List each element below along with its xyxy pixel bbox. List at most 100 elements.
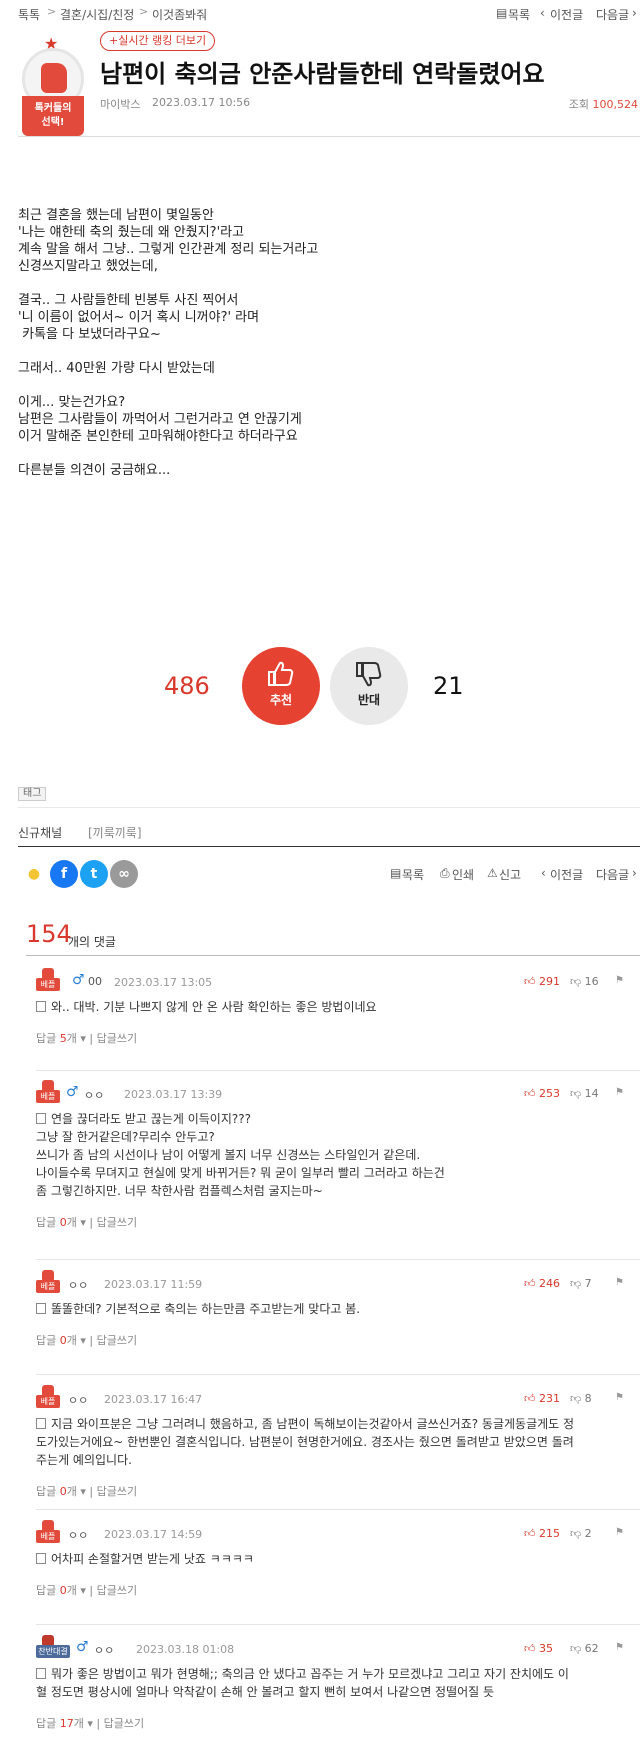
comment-line-text: 지금 와이프분은 그냥 그러려니 했음하고, 좀 남편이 독해보이는것같아서 글… [51,1417,575,1431]
comment-line-text: 혈 정도면 평상시에 얼마나 악착같이 손해 안 볼려고 할지 뻔히 보여서 나… [36,1685,495,1699]
comment-divider [36,1070,640,1071]
comment-author[interactable]: ㅇㅇ [68,1277,88,1293]
comment-divider [36,1624,640,1625]
comment-text: 지금 와이프분은 그냥 그러려니 했음하고, 좀 남편이 독해보이는것같아서 글… [36,1415,630,1469]
chevron-right-icon: › [632,6,637,20]
report-comment-icon[interactable]: ⚑ [615,1642,624,1653]
channel-value[interactable]: [끼룩끼룩] [88,824,142,841]
comment-upvote-count: 291 [539,975,560,988]
link-share-icon[interactable]: ∞ [110,860,138,888]
comment-text: 연을 끊더라도 받고 끊는게 이득이지??? 그냥 잘 한거같은데?무리수 안두고… [36,1110,630,1200]
report-comment-icon[interactable]: ⚑ [615,1527,624,1538]
upvote-button[interactable]: 추천 [242,647,320,725]
document-icon [36,1418,46,1429]
report-comment-icon[interactable]: ⚑ [615,1277,624,1288]
body-line: 계속 말을 해서 그냥.. 그렇게 인간관계 정리 되는거라고 [18,242,319,257]
prev-post-link[interactable]: 이전글 [550,6,583,23]
share-prev-link[interactable]: 이전글 [550,866,583,883]
tag-label: 태그 [18,787,47,801]
comment-text: 와.. 대박. 기분 나쁘지 않게 안 온 사람 확인하는 좋은 방법이네요 [36,998,630,1016]
footer-separator: | [85,1584,97,1597]
comment-footer: 답글 5개 ▾ | 답글쓰기 [36,1030,137,1046]
badge-ribbon: 톡커들의 선택! [22,96,84,136]
write-reply-button[interactable]: 답글쓰기 [97,1485,137,1498]
comment-downvote-count: 2 [584,1527,592,1540]
thumbs-down-icon: 👎︎ [570,975,585,988]
report-comment-icon[interactable]: ⚑ [615,1392,624,1403]
comment-author[interactable]: ㅇㅇ [84,1087,104,1103]
reply-toggle-button[interactable]: 답글 0개 ▾ [36,1485,86,1498]
breadcrumb-item-category[interactable]: 결혼/시집/친정 [60,6,134,23]
share-list-link[interactable]: 목록 [402,866,424,883]
reply-label: 답글 [36,1584,60,1597]
comment-author[interactable]: 00 [88,975,102,988]
comment-upvote-button[interactable]: 👍︎ 253 [524,1087,560,1100]
write-reply-button[interactable]: 답글쓰기 [104,1717,144,1730]
comment-date: 2023.03.17 14:59 [104,1528,203,1541]
comment-upvote-button[interactable]: 👍︎ 215 [524,1527,560,1540]
report-link[interactable]: 신고 [499,866,521,883]
comment-upvote-count: 35 [539,1642,553,1655]
comment-footer: 답글 0개 ▾ | 답글쓰기 [36,1483,137,1499]
reply-toggle-button[interactable]: 답글 0개 ▾ [36,1334,86,1347]
facebook-share-icon[interactable]: f [50,860,78,888]
comment-upvote-button[interactable]: 👍︎ 246 [524,1277,560,1290]
comment-upvote-button[interactable]: 👍︎ 231 [524,1392,560,1405]
comment-downvote-button[interactable]: 👎︎ 16 [570,975,599,988]
comment-date: 2023.03.17 13:05 [114,976,213,989]
write-reply-button[interactable]: 답글쓰기 [97,1216,137,1229]
breadcrumb-item-board[interactable]: 이것좀봐줘 [152,6,207,23]
list-icon[interactable]: ▤ [496,6,507,20]
reply-label: 답글 [36,1216,60,1229]
best-comment-badge: 베플 [36,1270,60,1294]
talker-choice-badge: ★ 톡커들의 선택! [18,34,88,136]
write-reply-button[interactable]: 답글쓰기 [97,1334,137,1347]
twitter-share-icon[interactable]: t [80,860,108,888]
channel-label: 신규채널 [18,826,63,840]
write-reply-button[interactable]: 답글쓰기 [97,1584,137,1597]
report-comment-icon[interactable]: ⚑ [615,975,624,986]
reply-toggle-button[interactable]: 답글 0개 ▾ [36,1216,86,1229]
body-line: 이게... 맞는건가요? [18,395,126,410]
comment-footer: 답글 17개 ▾ | 답글쓰기 [36,1715,144,1731]
comment-author[interactable]: ㅇㅇ [68,1527,88,1543]
share-next-link[interactable]: 다음글 [596,866,629,883]
next-post-link[interactable]: 다음글 [596,6,629,23]
reply-count: 0 [59,1334,67,1347]
comment-upvote-count: 215 [539,1527,560,1540]
comment-item: 베플 ♂ ㅇㅇ 2023.03.17 13:39 👍︎ 253 👎︎ 14 ⚑ 연을 끊더라도… [26,1080,640,1265]
comment-downvote-button[interactable]: 👎︎ 8 [570,1392,592,1405]
body-line: 남편은 그사람들이 까먹어서 그런거라고 연 안끊기게 [18,412,302,427]
downvote-button[interactable]: 반대 [330,647,408,725]
comment-line: 나이들수록 무뎌지고 현실에 맞게 바뀌거든? 뭐 굳이 일부러 빨리 그러라고… [36,1164,630,1182]
comment-upvote-button[interactable]: 👍︎ 291 [524,975,560,988]
post-author[interactable]: 마이박스 [100,96,140,112]
write-reply-button[interactable]: 답글쓰기 [97,1032,137,1045]
comment-line-text: 주는게 예의입니다. [36,1453,132,1467]
comment-downvote-button[interactable]: 👎︎ 2 [570,1527,592,1540]
comment-item: 찬반대결 ♂ ㅇㅇ 2023.03.18 01:08 👍︎ 35 👎︎ 62 ⚑ 뭐가 좋은 … [26,1635,640,1740]
body-line: 그래서.. 40만원 가량 다시 받았는데 [18,361,215,376]
comment-downvote-button[interactable]: 👎︎ 62 [570,1642,599,1655]
comment-author[interactable]: ㅇㅇ [94,1642,114,1658]
thumbs-down-icon: 👎︎ [570,1642,585,1655]
comment-author[interactable]: ㅇㅇ [68,1392,88,1408]
report-comment-icon[interactable]: ⚑ [615,1087,624,1098]
comment-line-text: 어차피 손절할거면 받는게 낫죠 ㅋㅋㅋㅋ [51,1552,254,1566]
list-link[interactable]: 목록 [508,6,530,23]
report-icon: ⚠ [487,866,498,880]
reply-toggle-button[interactable]: 답글 17개 ▾ [36,1717,93,1730]
comment-downvote-button[interactable]: 👎︎ 7 [570,1277,592,1290]
comment-upvote-button[interactable]: 👍︎ 35 [524,1642,553,1655]
comment-line-text: 도가있는거에요~ 한번뿐인 결혼식입니다. 남편분이 현명한거에요. 경조사는 … [36,1435,574,1449]
reply-toggle-button[interactable]: 답글 0개 ▾ [36,1584,86,1597]
footer-separator: | [85,1485,97,1498]
reply-toggle-button[interactable]: 답글 5개 ▾ [36,1032,86,1045]
kakao-share-icon[interactable]: ● [20,860,48,888]
realtime-ranking-button[interactable]: +실시간 랭킹 더보기 [100,31,216,51]
print-link[interactable]: 인쇄 [452,866,474,883]
reply-count: 0 [59,1584,67,1597]
thumbs-up-icon: 👍︎ [524,1087,539,1100]
comment-downvote-button[interactable]: 👎︎ 14 [570,1087,599,1100]
breadcrumb-item-toktok[interactable]: 톡톡 [18,6,40,23]
